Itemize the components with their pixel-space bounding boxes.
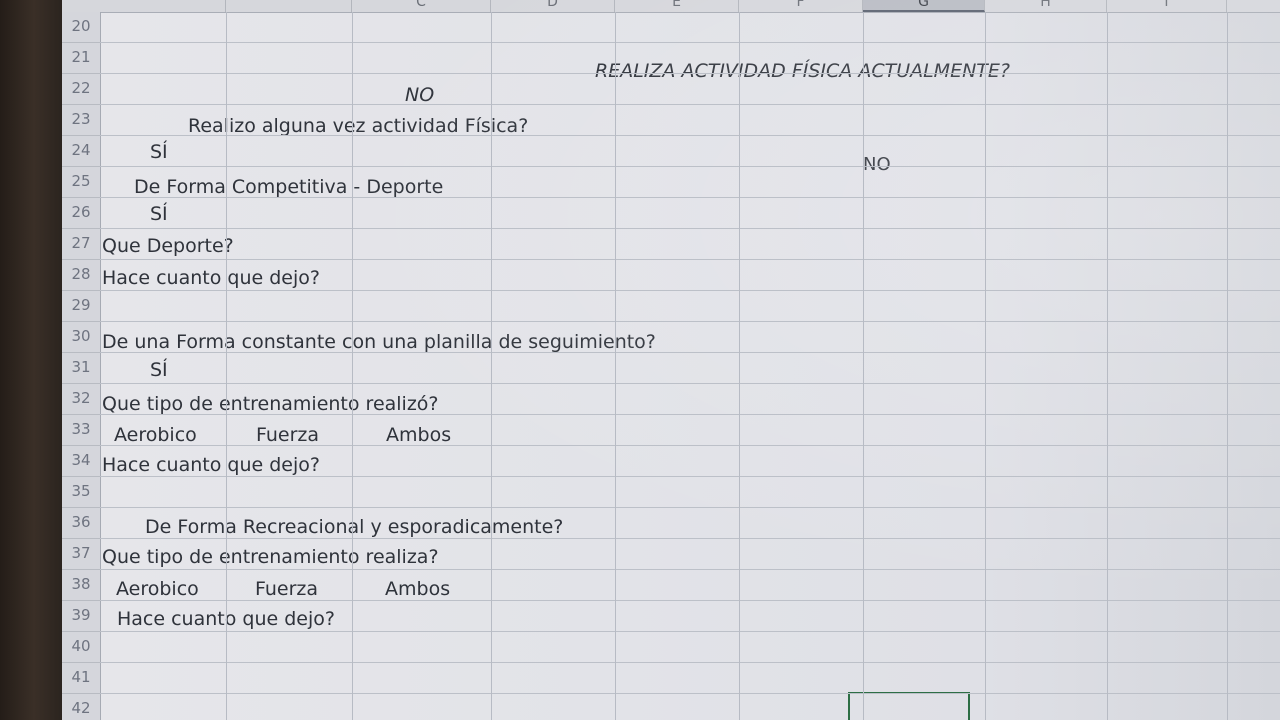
row-gridline xyxy=(100,321,1280,322)
row-gridline xyxy=(100,73,1280,74)
selected-cell[interactable] xyxy=(848,692,970,720)
row-gridline xyxy=(100,197,1280,198)
row-gridline xyxy=(100,259,1280,260)
row-header-42[interactable]: 42 xyxy=(62,694,100,720)
cell-r36[interactable]: De Forma Recreacional y esporadicamente? xyxy=(145,516,563,538)
column-gridline xyxy=(739,12,740,720)
row-header-38[interactable]: 38 xyxy=(62,570,100,601)
column-header-d[interactable]: D xyxy=(491,0,615,12)
cell-r38-fuerza[interactable]: Fuerza xyxy=(255,578,318,600)
row-gridline xyxy=(100,600,1280,601)
cell-title[interactable]: REALIZA ACTIVIDAD FÍSICA ACTUALMENTE? xyxy=(595,60,1010,82)
row-header-32[interactable]: 32 xyxy=(62,384,100,415)
row-gridline xyxy=(100,290,1280,291)
column-gridline xyxy=(1107,12,1108,720)
row-header-37[interactable]: 37 xyxy=(62,539,100,570)
row-header-33[interactable]: 33 xyxy=(62,415,100,446)
row-gridline xyxy=(100,445,1280,446)
cell-r33-aerobico[interactable]: Aerobico xyxy=(114,424,197,446)
column-gridline xyxy=(615,12,616,720)
row-gridline xyxy=(100,166,1280,167)
column-gridline xyxy=(226,12,227,720)
row-gridline xyxy=(100,538,1280,539)
column-header-b[interactable] xyxy=(226,0,352,12)
row-header-30[interactable]: 30 xyxy=(62,322,100,353)
cell-r32[interactable]: Que tipo de entrenamiento realizó? xyxy=(102,393,439,415)
column-gridline xyxy=(491,12,492,720)
column-header-i[interactable]: I xyxy=(1107,0,1227,12)
row-gridline xyxy=(100,569,1280,570)
cell-r26-si[interactable]: SÍ xyxy=(150,203,168,225)
column-gridline xyxy=(1227,12,1228,720)
column-header-bar: C D E F G H I xyxy=(62,0,1280,13)
row-gridline xyxy=(100,383,1280,384)
cell-r28[interactable]: Hace cuanto que dejo? xyxy=(102,267,320,289)
row-header-25[interactable]: 25 xyxy=(62,167,100,198)
cell-r31-si[interactable]: SÍ xyxy=(150,359,168,381)
cell-r33-ambos[interactable]: Ambos xyxy=(386,424,451,446)
row-gridline xyxy=(100,228,1280,229)
cell-r30[interactable]: De una Forma constante con una planilla … xyxy=(102,331,656,353)
row-header-28[interactable]: 28 xyxy=(62,260,100,291)
column-gridline xyxy=(352,12,353,720)
cell-r24-no[interactable]: NO xyxy=(863,154,891,176)
cell-r33-fuerza[interactable]: Fuerza xyxy=(256,424,319,446)
row-header-35[interactable]: 35 xyxy=(62,477,100,508)
column-header-g[interactable]: G xyxy=(863,0,985,12)
row-gridline xyxy=(100,42,1280,43)
cell-r23[interactable]: Realizo alguna vez actividad Física? xyxy=(188,115,528,137)
row-gridline xyxy=(100,135,1280,136)
row-header-23[interactable]: 23 xyxy=(62,105,100,136)
cell-r38-aerobico[interactable]: Aerobico xyxy=(116,578,199,600)
cell-r38-ambos[interactable]: Ambos xyxy=(385,578,450,600)
row-gridline xyxy=(100,352,1280,353)
cell-r25[interactable]: De Forma Competitiva - Deporte xyxy=(134,176,443,198)
row-gridline xyxy=(100,507,1280,508)
column-gridline xyxy=(863,12,864,720)
column-header-h[interactable]: H xyxy=(985,0,1107,12)
row-header-31[interactable]: 31 xyxy=(62,353,100,384)
row-gridline xyxy=(100,476,1280,477)
row-header-41[interactable]: 41 xyxy=(62,663,100,694)
cell-r34[interactable]: Hace cuanto que dejo? xyxy=(102,454,320,476)
column-gridline xyxy=(985,12,986,720)
row-header-29[interactable]: 29 xyxy=(62,291,100,322)
cell-r24-si[interactable]: SÍ xyxy=(150,141,168,163)
row-header-36[interactable]: 36 xyxy=(62,508,100,539)
row-header-21[interactable]: 21 xyxy=(62,43,100,74)
column-header-a[interactable] xyxy=(100,0,226,12)
row-header-39[interactable]: 39 xyxy=(62,601,100,632)
row-header-40[interactable]: 40 xyxy=(62,632,100,663)
cell-r22-no[interactable]: NO xyxy=(405,84,434,106)
row-gridline xyxy=(100,662,1280,663)
row-header-20[interactable]: 20 xyxy=(62,12,100,43)
column-header-e[interactable]: E xyxy=(615,0,739,12)
column-header-f[interactable]: F xyxy=(739,0,863,12)
row-header-34[interactable]: 34 xyxy=(62,446,100,477)
row-header-26[interactable]: 26 xyxy=(62,198,100,229)
row-gridline xyxy=(100,104,1280,105)
row-gridline xyxy=(100,414,1280,415)
row-gridline xyxy=(100,693,1280,694)
monitor-bezel xyxy=(0,0,62,720)
row-gridline xyxy=(100,631,1280,632)
row-header-27[interactable]: 27 xyxy=(62,229,100,260)
column-header-c[interactable]: C xyxy=(352,0,491,12)
cell-r37[interactable]: Que tipo de entrenamiento realiza? xyxy=(102,546,439,568)
row-header-24[interactable]: 24 xyxy=(62,136,100,167)
cell-r27[interactable]: Que Deporte? xyxy=(102,235,234,257)
row-header-22[interactable]: 22 xyxy=(62,74,100,105)
spreadsheet-grid[interactable]: C D E F G H I REALIZA ACTIVIDAD FÍSICA A… xyxy=(62,0,1280,720)
